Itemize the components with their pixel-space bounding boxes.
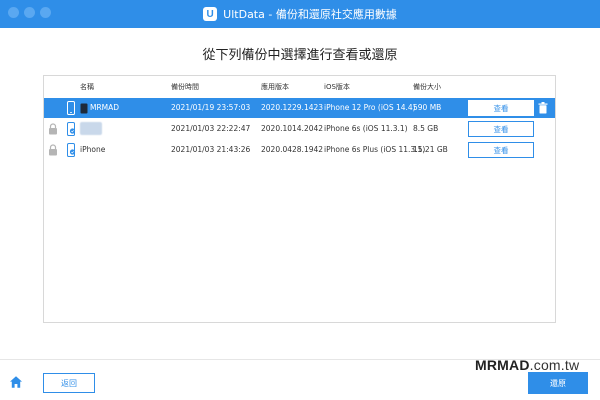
backup-time: 2021/01/03 22:22:47 [171, 124, 251, 133]
view-button[interactable]: 查看 [468, 100, 534, 116]
home-icon[interactable] [9, 375, 23, 389]
trash-icon[interactable] [538, 102, 548, 114]
backup-time: 2021/01/03 21:43:26 [171, 145, 251, 154]
backup-name: MRMAD [90, 103, 120, 112]
restore-button[interactable]: 還原 [528, 372, 588, 394]
watermark-domain: .com.tw [529, 357, 580, 373]
device-thumbnail-icon [80, 103, 88, 114]
app-version: 2020.1014.2042 [261, 124, 324, 133]
view-button[interactable]: 查看 [468, 142, 534, 158]
table-row[interactable]: iPhone 2021/01/03 21:43:26 2020.0428.194… [44, 140, 555, 160]
ios-version: iPhone 6s Plus (iOS 11.3.1) [324, 145, 426, 154]
column-header-name: 名稱 [80, 83, 94, 91]
ios-version: iPhone 12 Pro (iOS 14.4) [324, 103, 416, 112]
phone-backup-icon [67, 143, 76, 157]
backup-size: 15.21 GB [413, 145, 448, 154]
app-title: UltData - 備份和還原社交應用數據 [223, 8, 397, 21]
column-header-size: 備份大小 [413, 83, 441, 91]
app-version: 2020.0428.1942 [261, 145, 324, 154]
app-logo-icon: U [203, 7, 218, 21]
backup-size: 8.5 GB [413, 124, 439, 133]
table-row[interactable]: 2021/01/03 22:22:47 2020.1014.2042 iPhon… [44, 119, 555, 139]
backup-name-blurred [80, 122, 102, 135]
app-version: 2020.1229.1423 [261, 103, 324, 112]
title-bar: U UltData - 備份和還原社交應用數據 [0, 0, 600, 28]
phone-icon [67, 101, 75, 115]
ios-version: iPhone 6s (iOS 11.3.1) [324, 124, 408, 133]
view-button[interactable]: 查看 [468, 121, 534, 137]
page-heading: 從下列備份中選擇進行查看或還原 [202, 48, 398, 63]
column-header-time: 備份時間 [171, 83, 199, 91]
column-header-ios-version: iOS版本 [324, 83, 350, 91]
back-button[interactable]: 返回 [43, 373, 95, 393]
app-title-group: U UltData - 備份和還原社交應用數據 [0, 0, 600, 28]
table-row[interactable]: MRMAD 2021/01/19 23:57:03 2020.1229.1423… [44, 98, 555, 118]
column-header-app-version: 應用版本 [261, 83, 289, 91]
backup-table: 名稱 備份時間 應用版本 iOS版本 備份大小 MRMAD 2021/01/19… [43, 75, 556, 323]
watermark-text: MRMAD.com.tw [475, 357, 579, 373]
lock-icon [49, 144, 57, 156]
table-header: 名稱 備份時間 應用版本 iOS版本 備份大小 [44, 76, 555, 98]
watermark-brand: MRMAD [475, 357, 530, 373]
backup-time: 2021/01/19 23:57:03 [171, 103, 251, 112]
backup-size: 590 MB [413, 103, 442, 112]
backup-name: iPhone [80, 145, 106, 154]
phone-backup-icon [67, 122, 76, 136]
lock-icon [49, 123, 57, 135]
